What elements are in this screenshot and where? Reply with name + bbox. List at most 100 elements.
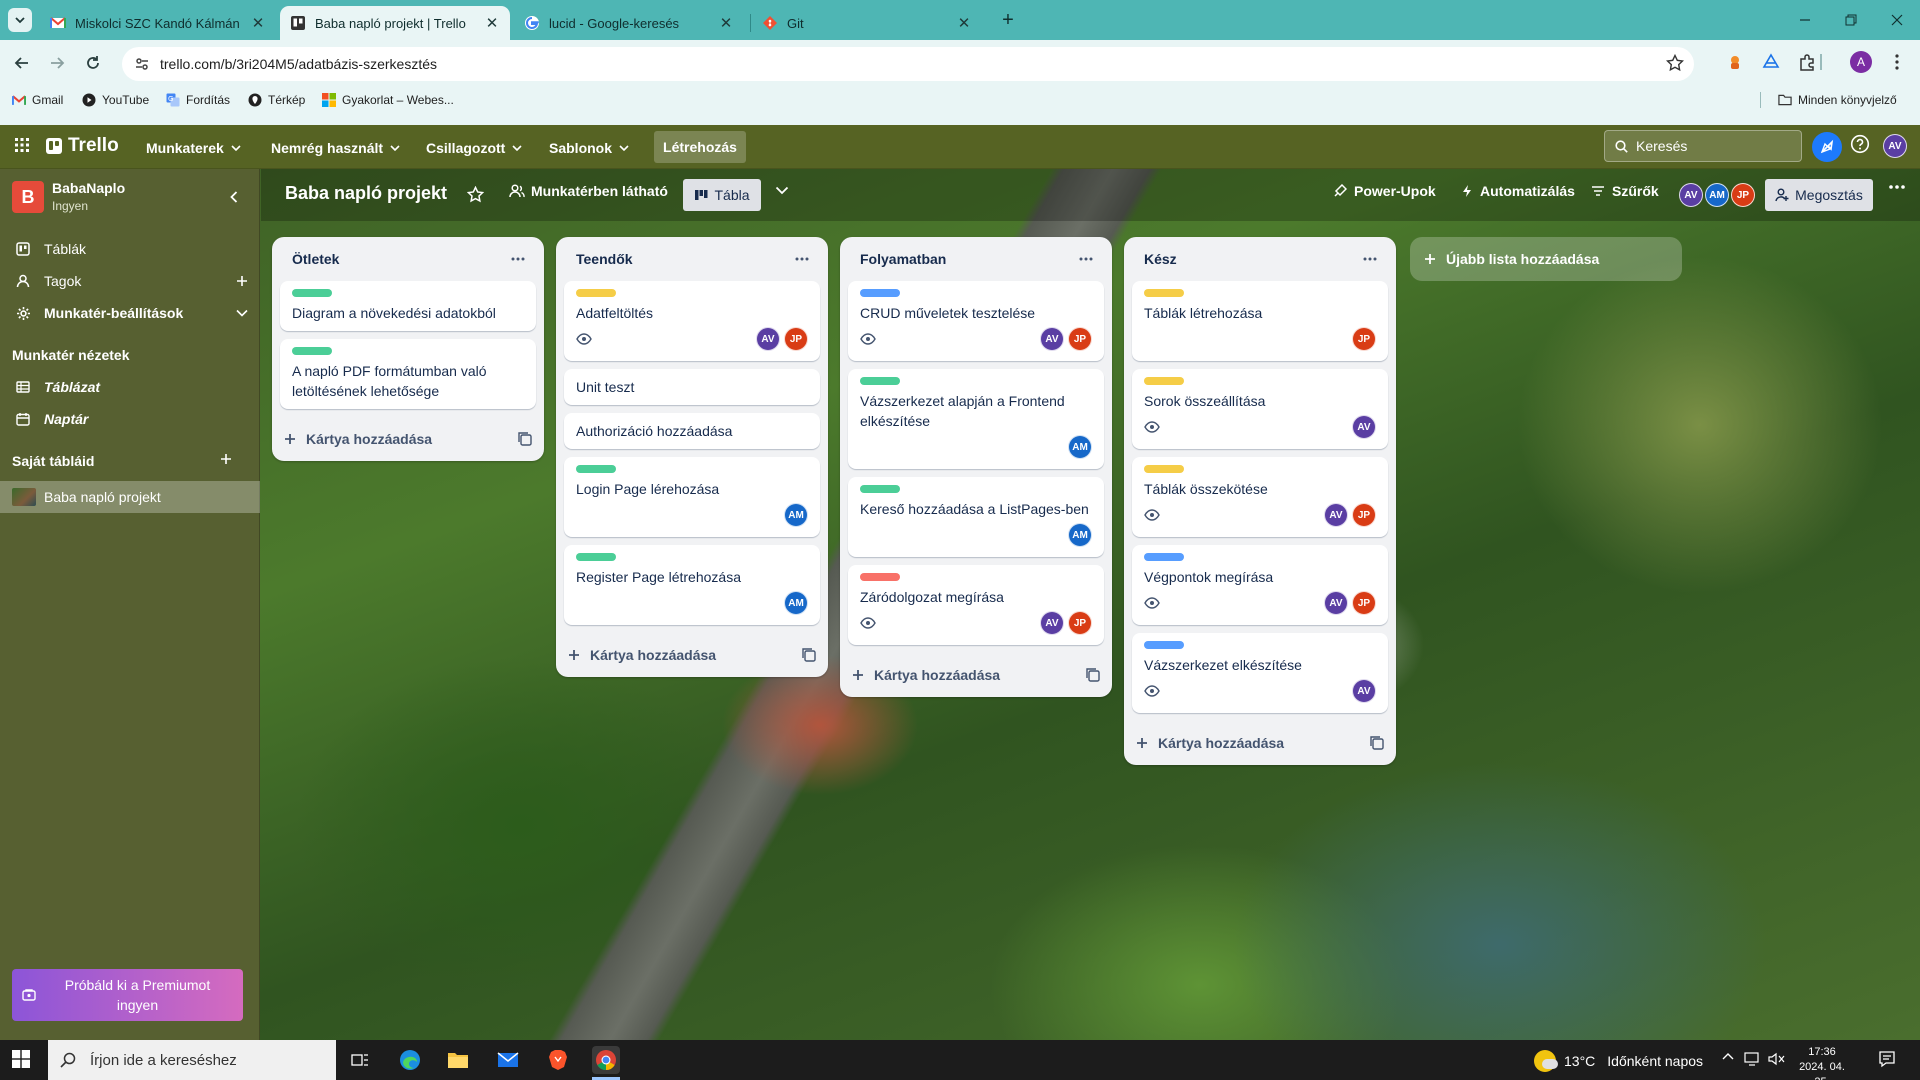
board-more-icon[interactable] [1889,185,1905,189]
member-avatar[interactable]: AV [1679,183,1703,207]
add-card-button[interactable]: Kártya hozzáadása [590,647,802,663]
browser-tab-git[interactable]: Git ✕ [752,6,982,40]
chrome-browser-icon[interactable] [592,1046,620,1074]
try-premium-button[interactable]: Próbáld ki a Premiumot ingyen [12,969,243,1021]
bookmark-star-icon[interactable] [1666,54,1684,72]
list-header[interactable]: Ötletek [272,237,544,281]
account-avatar[interactable]: AV [1883,134,1907,158]
card[interactable]: A napló PDF formátumban való letöltéséne… [280,339,536,409]
member-avatar[interactable]: AM [784,503,808,527]
tab-search-chevron-icon[interactable] [8,8,32,32]
member-avatar[interactable]: AV [1324,503,1348,527]
list-title[interactable]: Folyamatban [860,251,1072,267]
card-label[interactable] [576,289,616,297]
close-tab-icon[interactable]: ✕ [250,14,266,32]
forward-arrow-icon[interactable] [42,48,72,78]
nav-starred[interactable]: Csillagozott [426,135,522,161]
board-visibility-button[interactable]: Munkatérben látható [509,183,668,199]
bookmark-translate[interactable]: G Fordítás [166,89,230,111]
trello-logo[interactable]: Trello [46,135,119,157]
browser-tab-trello[interactable]: Baba napló projekt | Trello ✕ [280,6,510,40]
board-view-button[interactable]: Tábla [683,179,761,211]
card-label[interactable] [860,377,900,385]
browser-menu-icon[interactable] [1884,49,1910,75]
list-column[interactable]: Teendők Adatfeltöltés AV JP Unit teszt Author… [556,237,828,677]
card-label[interactable] [860,485,900,493]
close-window-icon[interactable] [1874,6,1920,34]
nav-recent[interactable]: Nemrég használt [271,135,400,161]
create-from-template-icon[interactable] [518,432,532,446]
extension-drive-icon[interactable] [1758,49,1784,75]
card[interactable]: Táblák összekötése AV JP [1132,457,1388,537]
list-column[interactable]: Folyamatban CRUD műveletek tesztelése AV JP… [840,237,1112,697]
add-card-button[interactable]: Kártya hozzáadása [306,431,518,447]
minimize-icon[interactable] [1782,6,1828,34]
address-bar[interactable]: trello.com/b/3ri204M5/adatbázis-szerkesz… [122,47,1694,81]
card-label[interactable] [576,465,616,473]
card-label[interactable] [576,553,616,561]
card[interactable]: Unit teszt [564,369,820,405]
sidebar-item-members[interactable]: Tagok [0,265,260,297]
extensions-puzzle-icon[interactable] [1794,49,1820,75]
list-header[interactable]: Kész [1124,237,1396,281]
close-tab-icon[interactable]: ✕ [718,14,734,32]
list-menu-icon[interactable] [504,245,532,273]
card[interactable]: Diagram a növekedési adatokból [280,281,536,331]
network-icon[interactable] [1744,1052,1762,1066]
add-member-plus-icon[interactable] [236,275,248,287]
card-label[interactable] [1144,377,1184,385]
notification-bell-icon[interactable] [1812,132,1842,162]
create-from-template-icon[interactable] [1086,668,1100,682]
create-from-template-icon[interactable] [802,648,816,662]
list-title[interactable]: Ötletek [292,251,504,267]
mail-icon[interactable] [494,1046,522,1074]
bookmark-youtube[interactable]: YouTube [82,89,149,111]
task-view-icon[interactable] [346,1046,374,1074]
create-button[interactable]: Létrehozás [654,131,746,163]
all-bookmarks-folder[interactable]: Minden könyvjelző [1778,89,1897,111]
workspace-badge[interactable]: B [12,181,44,213]
bookmark-gyakorlat[interactable]: Gyakorlat – Webes... [322,89,454,111]
card[interactable]: CRUD műveletek tesztelése AV JP [848,281,1104,361]
weather-widget[interactable]: 13°C Időnként napos [1534,1050,1703,1072]
sidebar-item-calendar-view[interactable]: Naptár [0,403,260,435]
member-avatar[interactable]: JP [1068,611,1092,635]
list-menu-icon[interactable] [1072,245,1100,273]
member-avatar[interactable]: AV [1040,611,1064,635]
member-avatar[interactable]: AM [1068,523,1092,547]
list-header[interactable]: Folyamatban [840,237,1112,281]
reload-icon[interactable] [78,48,108,78]
member-avatar[interactable]: AV [756,327,780,351]
list-title[interactable]: Kész [1144,251,1356,267]
card-label[interactable] [1144,641,1184,649]
member-avatar[interactable]: AM [784,591,808,615]
create-from-template-icon[interactable] [1370,736,1384,750]
taskbar-search-input[interactable]: Írjon ide a kereséshez [48,1040,336,1080]
nav-templates[interactable]: Sablonok [549,135,629,161]
card-label[interactable] [1144,465,1184,473]
chevron-down-icon[interactable] [236,309,248,317]
card[interactable]: Táblák létrehozása JP [1132,281,1388,361]
taskbar-clock[interactable]: 17:36 2024. 04. 25. [1794,1045,1850,1080]
browser-tab-gmail[interactable]: Miskolci SZC Kandó Kálmán In ✕ [40,6,276,40]
sidebar-item-table-view[interactable]: Táblázat [0,371,260,403]
bookmark-maps[interactable]: Térkép [248,89,305,111]
site-info-icon[interactable] [134,56,150,72]
star-icon[interactable] [467,186,484,203]
card[interactable]: Register Page létrehozása AM [564,545,820,625]
member-avatar[interactable]: AV [1324,591,1348,615]
member-avatar[interactable]: JP [1068,327,1092,351]
powerups-button[interactable]: Power-Upok [1333,183,1436,199]
member-avatar[interactable]: JP [1352,503,1376,527]
card-label[interactable] [292,347,332,355]
add-board-plus-icon[interactable] [220,443,250,475]
card[interactable]: Authorizáció hozzáadása [564,413,820,449]
back-arrow-icon[interactable] [7,48,37,78]
app-switcher-grid-icon[interactable] [14,137,30,153]
card[interactable]: Végpontok megírása AV JP [1132,545,1388,625]
nav-workspaces[interactable]: Munkaterek [146,135,241,161]
collapse-sidebar-chevron-icon[interactable] [224,187,244,207]
browser-tab-google[interactable]: lucid - Google-keresés ✕ [514,6,744,40]
filters-button[interactable]: Szűrők [1591,183,1659,199]
card[interactable]: Záródolgozat megírása AV JP [848,565,1104,645]
